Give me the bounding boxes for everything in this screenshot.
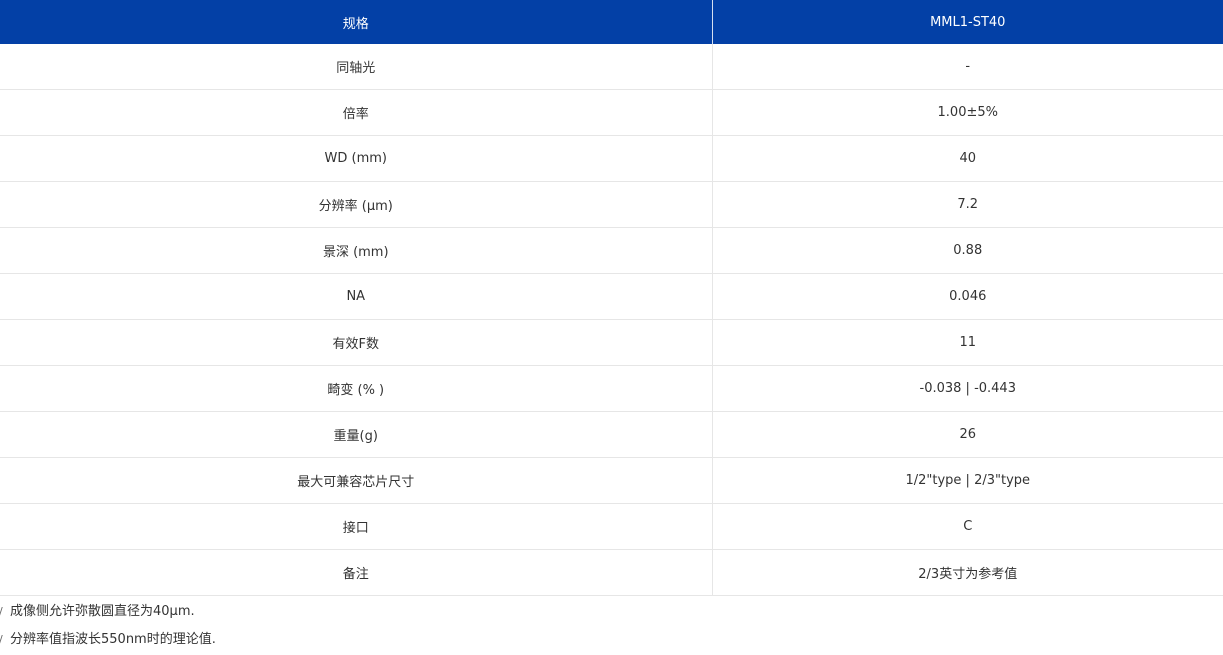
table-row: 同轴光 - [0,44,1223,90]
table-row: WD (mm) 40 [0,135,1223,182]
table-row: 有效F数 11 [0,319,1223,366]
row-label: 景深 (mm) [0,227,712,274]
row-label: NA [0,273,712,320]
table-header-row: 规格 MML1-ST40 [0,0,1223,44]
row-value: 1.00±5% [711,89,1223,136]
row-label: 重量(g) [0,411,712,458]
table-row: 畸变 (% ) -0.038 | -0.443 [0,365,1223,412]
footnotes: / 成像侧允许弥散圆直径为40μm. / 分辨率值指波长550nm时的理论值. [0,598,1223,654]
table-row: NA 0.046 [0,273,1223,320]
table-row: 分辨率 (μm) 7.2 [0,181,1223,228]
header-model: MML1-ST40 [711,0,1223,44]
row-value: 11 [711,319,1223,366]
table-row: 接口 C [0,503,1223,550]
row-value: 0.88 [711,227,1223,274]
row-label: 接口 [0,503,712,550]
row-label: 分辨率 (μm) [0,181,712,228]
row-value: 2/3英寸为参考值 [711,549,1223,596]
row-value: 0.046 [711,273,1223,320]
row-label: 备注 [0,549,712,596]
table-row: 备注 2/3英寸为参考值 [0,549,1223,596]
footnote: / 成像侧允许弥散圆直径为40μm. [0,598,1223,626]
row-value: C [711,503,1223,550]
table-row: 倍率 1.00±5% [0,89,1223,136]
footnote-text: 分辨率值指波长550nm时的理论值. [10,632,216,647]
row-value: 7.2 [711,181,1223,228]
spec-table: 规格 MML1-ST40 同轴光 - 倍率 1.00±5% WD (mm) 40… [0,0,1223,596]
footnote-mark: / [0,598,5,626]
row-value: 1/2"type | 2/3"type [711,457,1223,504]
footnote: / 分辨率值指波长550nm时的理论值. [0,626,1223,654]
row-label: 倍率 [0,89,712,136]
table-row: 景深 (mm) 0.88 [0,227,1223,274]
row-value: - [711,44,1223,90]
row-label: 同轴光 [0,44,712,90]
row-label: WD (mm) [0,135,712,182]
row-value: -0.038 | -0.443 [711,365,1223,412]
row-value: 26 [711,411,1223,458]
row-label: 最大可兼容芯片尺寸 [0,457,712,504]
row-label: 畸变 (% ) [0,365,712,412]
spec-page: 规格 MML1-ST40 同轴光 - 倍率 1.00±5% WD (mm) 40… [0,0,1223,655]
table-row: 重量(g) 26 [0,411,1223,458]
footnote-mark: / [0,626,5,654]
table-row: 最大可兼容芯片尺寸 1/2"type | 2/3"type [0,457,1223,504]
row-label: 有效F数 [0,319,712,366]
footnote-text: 成像侧允许弥散圆直径为40μm. [10,604,195,619]
header-spec: 规格 [0,0,712,44]
row-value: 40 [711,135,1223,182]
